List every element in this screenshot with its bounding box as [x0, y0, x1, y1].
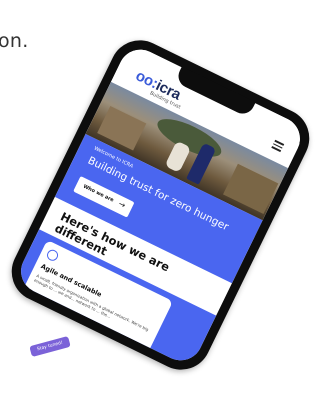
stage: on. oo:icra Building trust Welcome to IC…: [0, 0, 336, 409]
card-text: A small, friendly organization with a gl…: [33, 273, 150, 333]
phone-mockup: oo:icra Building trust Welcome to ICRA B…: [1, 30, 320, 380]
stay-tuned-badge[interactable]: Stay tuned!: [29, 336, 71, 357]
phone-screen: oo:icra Building trust Welcome to ICRA B…: [13, 42, 308, 368]
arrow-right-icon: →: [116, 199, 127, 211]
photo-person-white: [164, 140, 192, 173]
background-caption: on.: [0, 30, 29, 52]
hamburger-icon[interactable]: [271, 139, 285, 152]
cta-label: Who we are: [82, 183, 115, 204]
circle-icon: [45, 247, 60, 263]
